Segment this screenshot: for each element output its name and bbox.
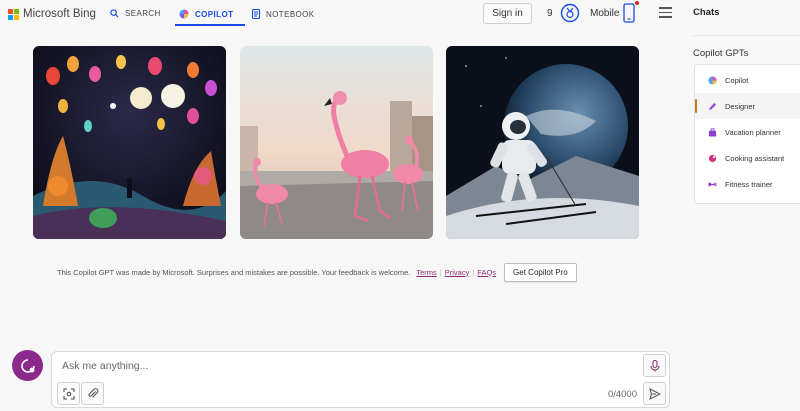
character-count: 0/4000 xyxy=(607,389,637,400)
notification-dot xyxy=(635,1,639,5)
tab-notebook-label: NOTEBOOK xyxy=(266,9,315,19)
terms-link[interactable]: Terms xyxy=(416,268,436,277)
attach-button[interactable] xyxy=(81,382,104,405)
privacy-link[interactable]: Privacy xyxy=(445,268,470,277)
active-item-indicator xyxy=(695,99,697,113)
tab-copilot-label: COPILOT xyxy=(195,9,234,19)
sidebar-item-vacation-planner[interactable]: Vacation planner xyxy=(695,119,800,145)
dumbbell-icon xyxy=(708,180,717,189)
generated-image-lanterns[interactable] xyxy=(33,46,226,239)
faqs-link[interactable]: FAQs xyxy=(477,268,496,277)
paperclip-icon xyxy=(87,387,98,398)
sidebar-item-label: Fitness trainer xyxy=(725,179,773,189)
phone-icon[interactable] xyxy=(623,3,635,28)
divider xyxy=(693,35,800,36)
sidebar-item-label: Vacation planner xyxy=(725,127,781,137)
disclaimer-text: This Copilot GPT was made by Microsoft. … xyxy=(57,267,411,277)
disclaimer-row: This Copilot GPT was made by Microsoft. … xyxy=(57,262,577,282)
visual-search-button[interactable] xyxy=(57,382,80,405)
brand-name: Microsoft Bing xyxy=(23,8,96,20)
divider: | xyxy=(472,267,475,277)
generated-image-astronaut[interactable] xyxy=(446,46,639,239)
chat-input[interactable]: Ask me anything... xyxy=(62,360,148,372)
suitcase-icon xyxy=(708,127,717,137)
microphone-icon xyxy=(649,359,660,371)
designer-icon xyxy=(708,102,717,111)
menu-icon[interactable] xyxy=(659,7,672,21)
tab-search-label: SEARCH xyxy=(125,9,161,18)
image-search-icon xyxy=(63,388,74,399)
divider: | xyxy=(439,267,442,277)
microphone-button[interactable] xyxy=(643,354,666,377)
gpt-list: Copilot Designer Vacation planner Cookin… xyxy=(694,64,800,204)
active-tab-indicator xyxy=(175,24,245,26)
chats-heading: Chats xyxy=(693,7,720,18)
copilot-icon xyxy=(179,9,189,19)
sidebar-item-fitness-trainer[interactable]: Fitness trainer xyxy=(695,171,800,197)
sidebar-item-cooking-assistant[interactable]: Cooking assistant xyxy=(695,145,800,171)
generated-image-flamingos[interactable] xyxy=(240,46,433,239)
gpts-heading: Copilot GPTs xyxy=(693,48,749,59)
right-sidebar: Chats Copilot GPTs Copilot Designer Vaca… xyxy=(690,0,800,411)
send-button[interactable] xyxy=(643,382,666,405)
sign-in-button[interactable]: Sign in xyxy=(483,3,532,24)
tab-copilot[interactable]: COPILOT xyxy=(179,9,233,19)
notebook-icon xyxy=(252,9,260,19)
bing-copilot-page: Microsoft Bing SEARCH COPILOT NOTEBOOK S… xyxy=(0,0,800,411)
bing-logo[interactable]: Microsoft Bing xyxy=(8,8,96,20)
cooking-icon xyxy=(708,154,717,163)
rewards-points[interactable]: 9 xyxy=(547,8,553,19)
new-topic-button[interactable] xyxy=(12,350,43,381)
get-copilot-pro-button[interactable]: Get Copilot Pro xyxy=(504,262,577,282)
search-icon xyxy=(110,9,119,18)
sidebar-item-designer[interactable]: Designer xyxy=(695,93,800,119)
rewards-medal-icon[interactable] xyxy=(560,3,580,28)
tab-search[interactable]: SEARCH xyxy=(110,9,161,18)
sidebar-item-label: Designer xyxy=(725,101,756,111)
sidebar-item-label: Copilot xyxy=(725,75,749,85)
copilot-icon xyxy=(708,75,717,85)
tab-notebook[interactable]: NOTEBOOK xyxy=(252,9,315,19)
microsoft-logo-icon xyxy=(8,8,19,20)
sidebar-item-label: Cooking assistant xyxy=(725,153,785,163)
sidebar-item-copilot[interactable]: Copilot xyxy=(695,67,800,93)
send-icon xyxy=(648,387,661,400)
top-header: Microsoft Bing SEARCH COPILOT NOTEBOOK S… xyxy=(0,0,690,28)
chat-input-box[interactable]: Ask me anything... 0/4000 xyxy=(51,351,670,408)
mobile-link[interactable]: Mobile xyxy=(590,8,619,19)
new-topic-icon xyxy=(20,358,35,373)
